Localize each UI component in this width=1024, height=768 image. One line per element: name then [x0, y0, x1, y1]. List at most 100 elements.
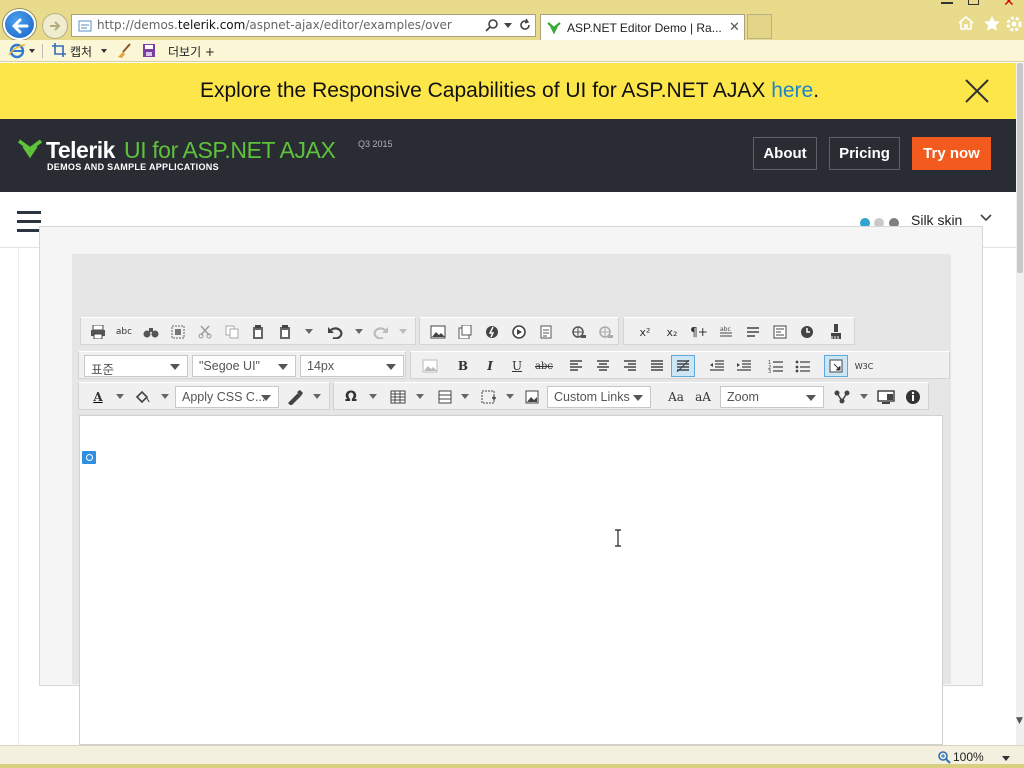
bullet-list-icon[interactable] [794, 357, 812, 375]
zoom-select[interactable]: Zoom [720, 386, 824, 408]
outdent-icon[interactable] [708, 357, 726, 375]
image-manager-icon[interactable] [429, 323, 447, 341]
bold-icon[interactable]: B [454, 357, 472, 375]
italic-icon[interactable]: I [481, 357, 499, 375]
table-properties-icon[interactable] [436, 388, 454, 406]
paragraph-style-select[interactable]: 표준 [84, 355, 188, 377]
undo-dropdown-icon[interactable] [355, 329, 363, 334]
chevron-down-icon[interactable] [980, 214, 992, 222]
undo-icon[interactable] [326, 323, 344, 341]
cut-icon[interactable] [196, 323, 214, 341]
select-all-icon[interactable] [169, 323, 187, 341]
toggle-screen-mode-icon[interactable] [824, 355, 848, 377]
insert-symbol-icon[interactable]: abc [717, 323, 735, 341]
format-painter-dropdown-icon[interactable] [313, 394, 321, 399]
ie-menu-dropdown-icon[interactable] [29, 49, 35, 53]
module-manager-dropdown-icon[interactable] [860, 394, 868, 399]
table-dropdown-icon[interactable] [416, 394, 424, 399]
align-center-icon[interactable] [594, 357, 612, 375]
paste-icon[interactable] [249, 323, 267, 341]
more-menu-label[interactable]: 더보기 + [168, 43, 215, 60]
spellcheck-icon[interactable]: abc [115, 323, 133, 341]
zoom-level[interactable]: 100% [953, 750, 984, 764]
module-manager-icon[interactable] [833, 388, 851, 406]
indent-icon[interactable] [735, 357, 753, 375]
font-color-icon[interactable]: A [89, 388, 107, 406]
font-name-select[interactable]: "Segoe UI" [192, 355, 296, 377]
refresh-icon[interactable] [518, 18, 532, 32]
zoom-dropdown-icon[interactable] [1002, 756, 1010, 761]
find-replace-icon[interactable] [142, 323, 160, 341]
format-code-block-icon[interactable] [771, 323, 789, 341]
logo-product-text[interactable]: UI for ASP.NET AJAX [124, 137, 336, 164]
hyperlink-manager-icon[interactable] [570, 323, 588, 341]
underline-icon[interactable]: U [508, 357, 526, 375]
scrollbar-thumb[interactable] [1017, 63, 1023, 273]
justify-none-icon[interactable] [671, 355, 695, 377]
image-properties-icon[interactable] [523, 388, 541, 406]
telerik-logo-icon[interactable] [18, 138, 42, 158]
font-color-dropdown-icon[interactable] [116, 394, 124, 399]
vertical-scrollbar[interactable] [1016, 63, 1024, 745]
convert-upper-icon[interactable]: Aa [667, 388, 685, 406]
editor-content-area[interactable] [79, 415, 943, 745]
home-icon[interactable] [957, 15, 975, 31]
format-stripper-icon[interactable] [827, 323, 845, 341]
hamburger-menu-icon[interactable] [17, 211, 41, 233]
pricing-button[interactable]: Pricing [829, 137, 900, 170]
window-minimize-icon[interactable] [941, 0, 953, 4]
zoom-magnifier-icon[interactable] [937, 750, 951, 764]
preview-icon[interactable] [877, 388, 895, 406]
align-right-icon[interactable] [621, 357, 639, 375]
redo-dropdown-icon[interactable] [399, 329, 407, 334]
new-tab-button[interactable] [747, 14, 772, 39]
custom-links-select[interactable]: Custom Links [547, 386, 651, 408]
background-color-dropdown-icon[interactable] [161, 394, 169, 399]
flash-manager-icon[interactable] [483, 323, 501, 341]
back-button[interactable] [3, 9, 36, 40]
table-properties-dropdown-icon[interactable] [461, 394, 469, 399]
document-manager-icon[interactable] [456, 323, 474, 341]
paste-dropdown-icon[interactable] [305, 329, 313, 334]
numbered-list-icon[interactable]: 123 [767, 357, 785, 375]
remove-link-icon[interactable] [597, 323, 615, 341]
media-manager-icon[interactable] [510, 323, 528, 341]
url-text[interactable]: http://demos.telerik.com/aspnet-ajax/edi… [97, 18, 452, 32]
image-map-icon[interactable] [421, 357, 439, 375]
insert-symbol-omega-icon[interactable]: Ω [342, 388, 360, 406]
gear-icon[interactable] [1005, 15, 1023, 33]
try-now-button[interactable]: Try now [912, 137, 991, 170]
redo-icon[interactable] [372, 323, 390, 341]
justify-icon[interactable] [648, 357, 666, 375]
content-marker-icon[interactable] [82, 451, 96, 464]
superscript-icon[interactable]: x² [636, 323, 654, 341]
about-button[interactable]: About [753, 137, 817, 170]
favorites-star-icon[interactable] [983, 15, 1001, 33]
insert-element-icon[interactable] [480, 388, 498, 406]
broom-icon[interactable] [116, 43, 132, 59]
date-time-icon[interactable] [798, 323, 816, 341]
paste-options-icon[interactable] [276, 323, 294, 341]
convert-lower-icon[interactable]: aA [694, 388, 712, 406]
insert-element-dropdown-icon[interactable] [506, 394, 514, 399]
logo-telerik-text[interactable]: Telerik [46, 137, 115, 164]
about-info-icon[interactable] [904, 388, 922, 406]
font-size-select[interactable]: 14px [300, 355, 404, 377]
address-bar[interactable]: http://demos.telerik.com/aspnet-ajax/edi… [71, 14, 536, 37]
format-painter-icon[interactable] [286, 388, 304, 406]
insert-paragraph-icon[interactable]: ¶+ [690, 323, 708, 341]
subscript-icon[interactable]: x₂ [663, 323, 681, 341]
address-dropdown-icon[interactable] [504, 23, 512, 28]
window-close-icon[interactable]: ✕ [1003, 0, 1015, 10]
window-maximize-icon[interactable] [968, 0, 979, 5]
capture-label[interactable]: 캡처 [70, 43, 92, 60]
close-icon[interactable] [964, 78, 990, 104]
background-color-icon[interactable] [133, 388, 151, 406]
align-left-icon[interactable] [567, 357, 585, 375]
print-icon[interactable] [89, 323, 107, 341]
copy-icon[interactable] [223, 323, 241, 341]
ie-logo-icon[interactable] [8, 43, 26, 59]
apply-css-class-select[interactable]: Apply CSS C... [175, 386, 279, 408]
template-manager-icon[interactable] [537, 323, 555, 341]
capture-icon[interactable] [52, 43, 66, 57]
